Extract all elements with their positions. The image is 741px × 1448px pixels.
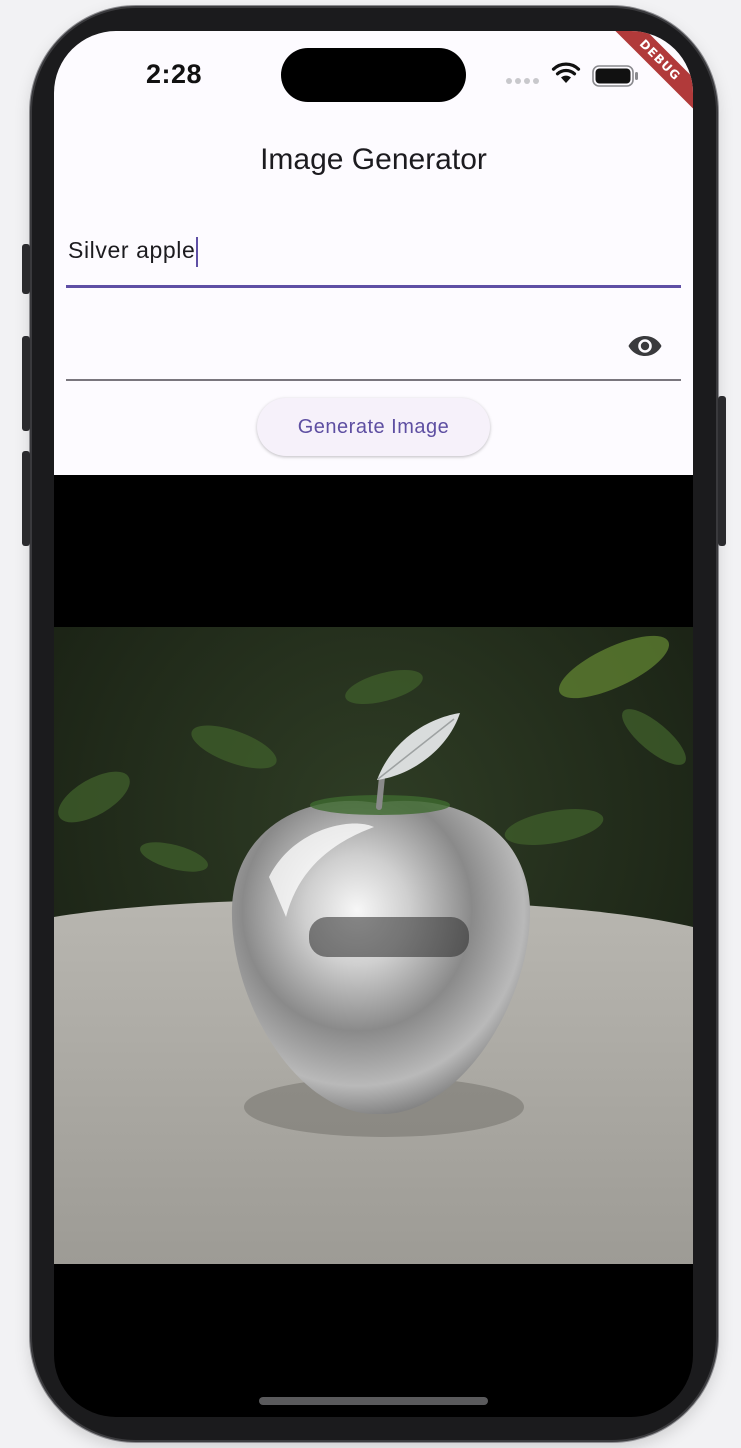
- home-indicator[interactable]: [259, 1397, 488, 1405]
- status-indicators: [506, 61, 646, 89]
- wifi-icon: [551, 62, 581, 83]
- cellular-signal-icon: [506, 78, 539, 84]
- side-button-action: [22, 244, 30, 294]
- eye-icon[interactable]: [627, 331, 663, 361]
- dynamic-island: [281, 48, 466, 102]
- generate-image-button[interactable]: Generate Image: [257, 398, 490, 456]
- battery-icon: [592, 65, 638, 87]
- screen: 2:28 DEBUG Image Generator Silver apple: [54, 31, 693, 1417]
- generated-image[interactable]: [54, 627, 693, 1264]
- side-button-volume-down: [22, 451, 30, 546]
- side-button-volume-up: [22, 336, 30, 431]
- text-caret: [196, 237, 199, 267]
- side-button-power: [718, 396, 726, 546]
- prompt-input[interactable]: Silver apple: [66, 223, 681, 288]
- app-area: 2:28 DEBUG Image Generator Silver apple: [54, 31, 693, 475]
- prompt-input-value: Silver apple: [68, 237, 199, 267]
- page-title: Image Generator: [260, 143, 487, 176]
- status-time: 2:28: [146, 59, 203, 89]
- api-key-input[interactable]: [66, 321, 681, 381]
- api-key-masked-value: [66, 343, 606, 351]
